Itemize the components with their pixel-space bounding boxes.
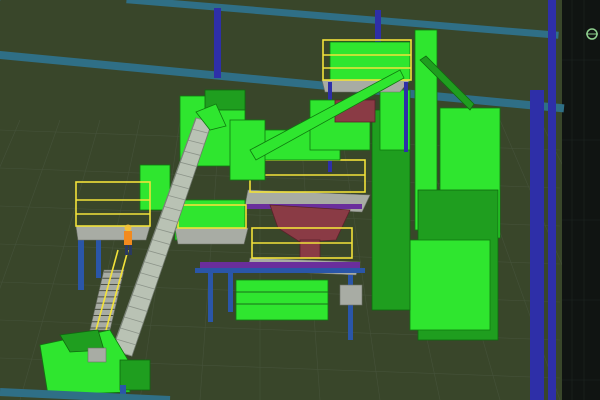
plant-model-scene[interactable] (0, 0, 600, 400)
operator-figure-icon (124, 224, 132, 255)
cad-3d-viewport[interactable] (0, 0, 600, 400)
